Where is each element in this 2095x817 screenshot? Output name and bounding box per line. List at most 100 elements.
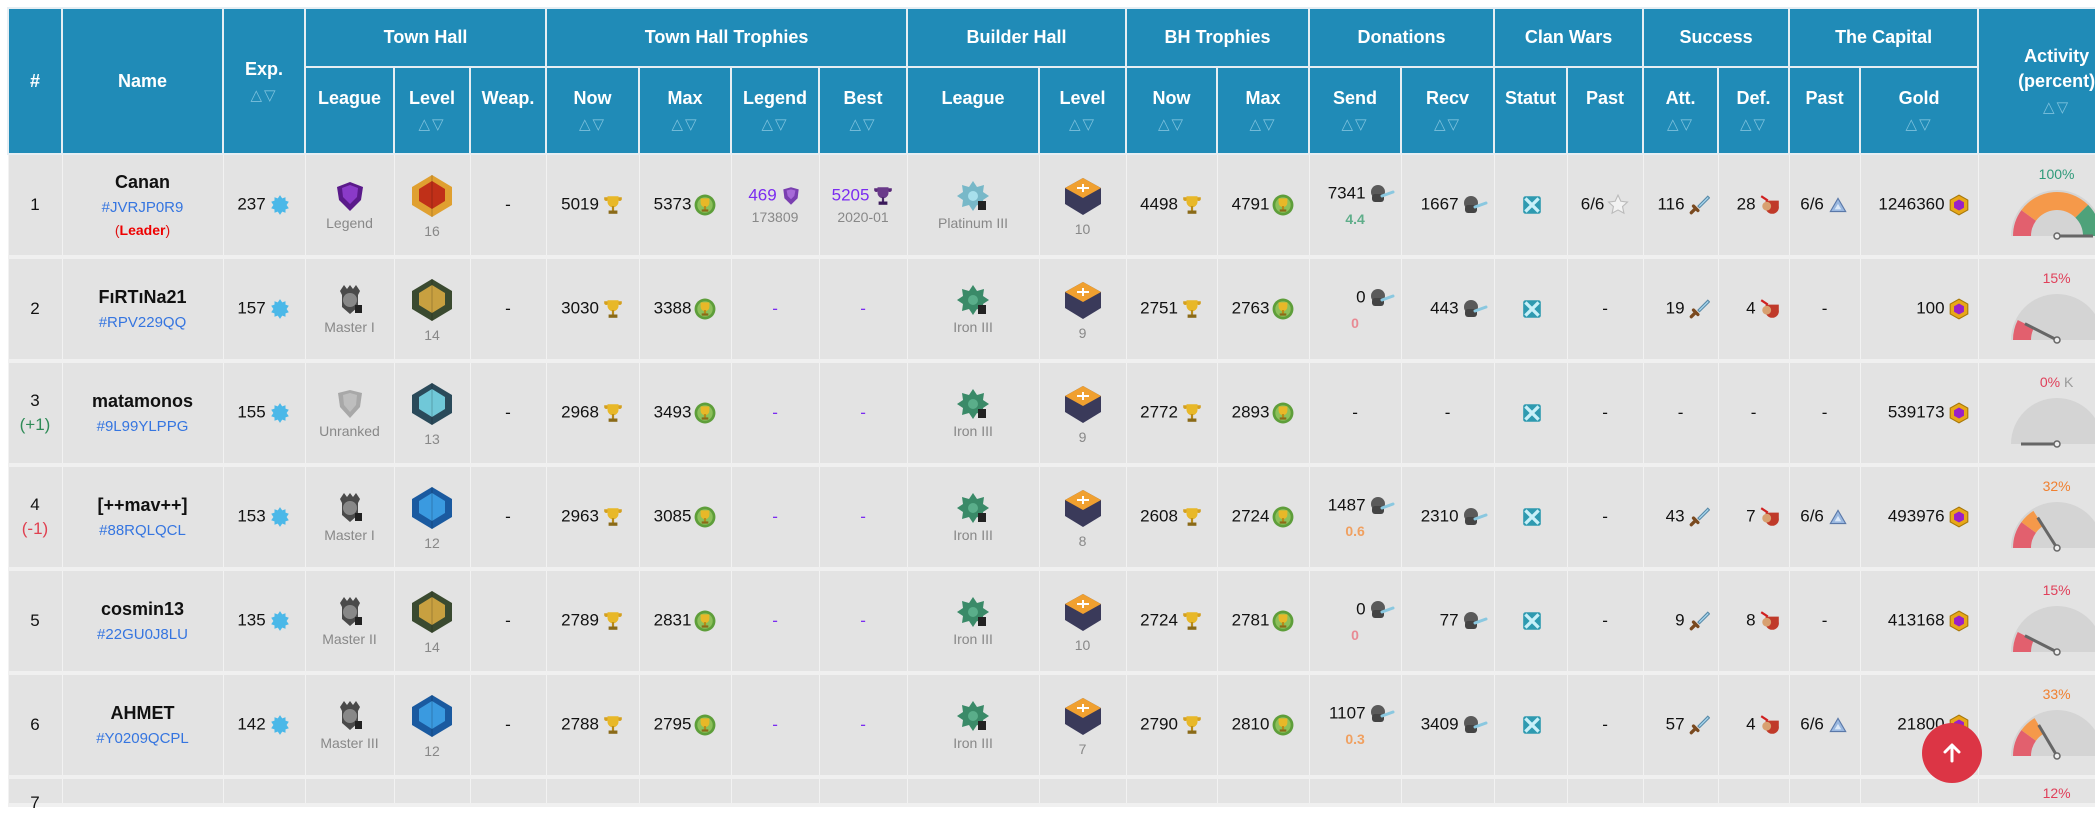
cell-partial xyxy=(1493,777,1568,807)
col-activity[interactable]: Activity (percent) △▽ xyxy=(1977,7,2095,155)
war-status-icon[interactable] xyxy=(1521,298,1543,320)
sort-arrows-icon[interactable]: △▽ xyxy=(1402,115,1493,133)
sort-arrows-icon[interactable]: △▽ xyxy=(395,115,469,133)
bh-trophies-now: 2751 xyxy=(1140,298,1178,318)
trophy-icon xyxy=(604,404,622,422)
activity-percent: 12% xyxy=(2042,785,2071,801)
col-tht-best[interactable]: Best △▽ xyxy=(818,66,909,155)
attack-wins: 116 xyxy=(1657,194,1685,214)
sort-arrows-icon[interactable]: △▽ xyxy=(820,115,906,133)
scroll-to-top-button[interactable] xyxy=(1922,723,1982,783)
bh-trophies-max: 2781 xyxy=(1231,610,1270,630)
donations-sent: 7341 xyxy=(1327,183,1366,203)
capital-gold: 539173 xyxy=(1887,402,1945,422)
exp-level: 153 xyxy=(237,506,266,526)
raid-medal-icon xyxy=(1829,717,1847,733)
activity-gauge xyxy=(2010,605,2095,656)
col-don-send[interactable]: Send △▽ xyxy=(1308,66,1403,155)
rank-number: 2 xyxy=(30,299,40,318)
activity-percent: 15% xyxy=(2042,269,2071,286)
cell-tht-legend: - xyxy=(730,569,820,675)
sort-arrows-icon[interactable]: △▽ xyxy=(1719,115,1788,133)
col-bht-now[interactable]: Now △▽ xyxy=(1125,66,1219,155)
cell-gold: 493976 xyxy=(1859,465,1979,571)
sort-arrows-icon[interactable]: △▽ xyxy=(1979,98,2095,116)
cell-bht-now: 2608 xyxy=(1125,465,1218,571)
war-status-icon[interactable] xyxy=(1521,402,1543,424)
member-row: 4 (-1) [++mav++] #88RQLQCL 153 Master I 12 - 296… xyxy=(7,465,2095,571)
builder-league-name: Platinum III xyxy=(938,215,1009,231)
player-tag-link[interactable]: #9L99YLPPG xyxy=(63,418,223,435)
war-status-icon[interactable] xyxy=(1521,714,1543,736)
sort-arrows-icon[interactable]: △▽ xyxy=(1644,115,1717,133)
legend-trophies: - xyxy=(772,507,778,526)
exp-level: 142 xyxy=(237,714,266,734)
cell-att: 57 xyxy=(1642,673,1719,779)
capital-past: 6/6 xyxy=(1800,714,1824,734)
col-tht-legend[interactable]: Legend △▽ xyxy=(730,66,821,155)
cell-rank: 6 xyxy=(7,673,63,779)
experience-star-icon xyxy=(270,715,289,735)
cell-th-league: Master III xyxy=(304,673,395,779)
rank-number: 6 xyxy=(30,715,40,734)
player-tag-link[interactable]: #RPV229QQ xyxy=(63,314,223,331)
col-suc-att[interactable]: Att. △▽ xyxy=(1642,66,1720,155)
sort-arrows-icon[interactable]: △▽ xyxy=(640,115,730,133)
sort-arrows-icon[interactable]: △▽ xyxy=(1040,115,1125,133)
cell-tht-max: 5373 xyxy=(638,154,732,259)
col-exp[interactable]: Exp. △▽ xyxy=(222,7,306,155)
war-status-icon[interactable] xyxy=(1521,610,1543,632)
player-tag-link[interactable]: #JVRJP0R9 xyxy=(63,199,223,216)
sort-arrows-icon[interactable]: △▽ xyxy=(224,86,304,104)
gauge-hub xyxy=(2052,335,2061,344)
player-tag-link[interactable]: #Y0209QCPL xyxy=(63,730,223,747)
master-league-icon xyxy=(339,493,362,522)
player-tag-link[interactable]: #22GU0J8LU xyxy=(63,626,223,643)
col-tht-now[interactable]: Now △▽ xyxy=(545,66,641,155)
cell-partial xyxy=(61,777,224,807)
gauge-track xyxy=(2010,397,2095,444)
col-bh-level[interactable]: Level △▽ xyxy=(1038,66,1128,155)
player-tag-link[interactable]: #88RQLQCL xyxy=(63,522,223,539)
activity-percent: 33% xyxy=(2042,685,2071,702)
best-trophy-icon xyxy=(874,187,893,205)
col-don-recv[interactable]: Recv △▽ xyxy=(1400,66,1496,155)
col-cap-gold[interactable]: Gold △▽ xyxy=(1859,66,1980,155)
gauge-hub xyxy=(2052,751,2061,760)
cell-att: 19 xyxy=(1642,257,1719,363)
defense-shield-icon xyxy=(1760,507,1779,526)
cell-partial xyxy=(545,777,640,807)
group-town-hall: Town Hall xyxy=(303,7,548,68)
col-suc-def[interactable]: Def. △▽ xyxy=(1717,66,1791,155)
col-bh-league: League xyxy=(906,66,1041,155)
cell-bht-max: 2763 xyxy=(1216,257,1310,363)
cell-cw-past: - xyxy=(1566,257,1644,363)
activity-label: 33% xyxy=(2007,686,2095,702)
trophy-icon xyxy=(604,196,622,214)
col-bht-max[interactable]: Max △▽ xyxy=(1216,66,1311,155)
war-status-icon[interactable] xyxy=(1521,194,1543,216)
sort-arrows-icon[interactable]: △▽ xyxy=(547,115,638,133)
sort-arrows-icon[interactable]: △▽ xyxy=(1861,115,1977,133)
cell-def: 7 xyxy=(1717,465,1790,571)
cell-name: matamonos #9L99YLPPG xyxy=(61,361,224,467)
col-th-level[interactable]: Level △▽ xyxy=(393,66,471,155)
capital-gold-icon xyxy=(1949,402,1968,424)
col-tht-max[interactable]: Max △▽ xyxy=(638,66,733,155)
sort-arrows-icon[interactable]: △▽ xyxy=(732,115,818,133)
cell-bht-max: 2893 xyxy=(1216,361,1310,467)
cell-tht-max: 3493 xyxy=(638,361,732,467)
cell-cap-past: 6/6 xyxy=(1788,154,1861,259)
sort-arrows-icon[interactable]: △▽ xyxy=(1218,115,1308,133)
capital-past: - xyxy=(1821,611,1828,630)
cell-bht-now: 2724 xyxy=(1125,569,1218,675)
cell-cap-past: - xyxy=(1788,361,1861,467)
trophy-icon xyxy=(604,508,622,526)
war-status-icon[interactable] xyxy=(1521,506,1543,528)
sort-arrows-icon[interactable]: △▽ xyxy=(1310,115,1400,133)
sort-arrows-icon[interactable]: △▽ xyxy=(1127,115,1216,133)
cell-cw-past: - xyxy=(1566,465,1644,571)
exp-level: 135 xyxy=(237,610,266,630)
league-name: Unranked xyxy=(319,423,380,439)
cell-tht-max: 3388 xyxy=(638,257,732,363)
